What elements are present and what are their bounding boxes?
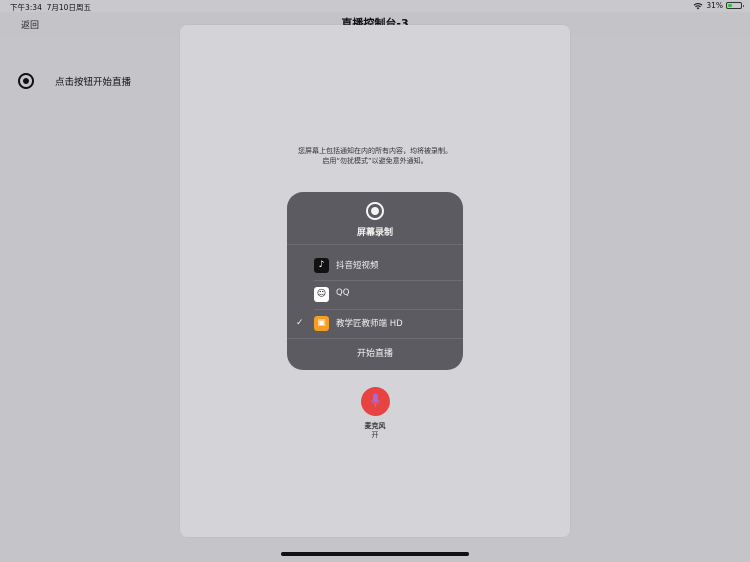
picker-title: 屏幕录制 — [356, 228, 393, 238]
start-broadcast-button[interactable]: 开始直播 — [287, 342, 463, 366]
microphone-state: 开 — [371, 431, 379, 439]
teacher-app-icon: ▣ — [314, 316, 329, 331]
status-time-text: 下午3:34 — [10, 3, 42, 12]
battery-icon — [726, 2, 744, 9]
app-name: 教学匠教师端 HD — [336, 319, 403, 329]
battery-percent: 31% — [706, 1, 723, 10]
status-date: 7月10日周五 — [46, 3, 91, 12]
status-bar: 下午3:34 7月10日周五 31% — [0, 0, 750, 12]
qq-icon: ☺ — [314, 287, 329, 302]
app-name: QQ — [336, 288, 350, 298]
divider — [287, 244, 463, 245]
microphone-toggle[interactable] — [361, 387, 390, 416]
app-option-teacher-hd[interactable]: ✓ ▣ 教学匠教师端 HD — [287, 310, 463, 338]
start-broadcast-label: 点击按钮开始直播 — [55, 77, 132, 88]
divider — [287, 338, 463, 339]
recording-notice-line-2: 启用“勿扰模式”以避免意外通知。 — [322, 156, 428, 165]
home-indicator[interactable] — [281, 552, 469, 556]
start-broadcast-row[interactable]: 点击按钮开始直播 — [18, 73, 131, 89]
status-indicators: 31% — [693, 1, 744, 10]
recording-notice-line-1: 您屏幕上包括通知在内的所有内容，均将被录制。 — [298, 147, 452, 155]
app-option-douyin[interactable]: ♪ 抖音短视频 — [287, 252, 463, 280]
microphone-icon — [371, 393, 380, 413]
tiktok-icon: ♪ — [314, 258, 329, 273]
app-option-qq[interactable]: ☺ QQ — [287, 281, 463, 309]
wifi-icon — [693, 2, 703, 10]
screen-recording-picker: 屏幕录制 ♪ 抖音短视频 ☺ QQ ✓ ▣ 教学匠教师端 HD 开始直播 — [287, 192, 463, 370]
record-icon — [366, 202, 384, 220]
picker-header: 屏幕录制 — [287, 192, 463, 244]
app-name: 抖音短视频 — [336, 261, 379, 271]
checkmark-icon: ✓ — [296, 318, 304, 328]
broadcast-picker-sheet[interactable]: 您屏幕上包括通知在内的所有内容，均将被录制。 启用“勿扰模式”以避免意外通知。 … — [180, 25, 570, 537]
record-icon[interactable] — [18, 73, 34, 89]
recording-notice: 您屏幕上包括通知在内的所有内容，均将被录制。 启用“勿扰模式”以避免意外通知。 — [180, 147, 570, 166]
